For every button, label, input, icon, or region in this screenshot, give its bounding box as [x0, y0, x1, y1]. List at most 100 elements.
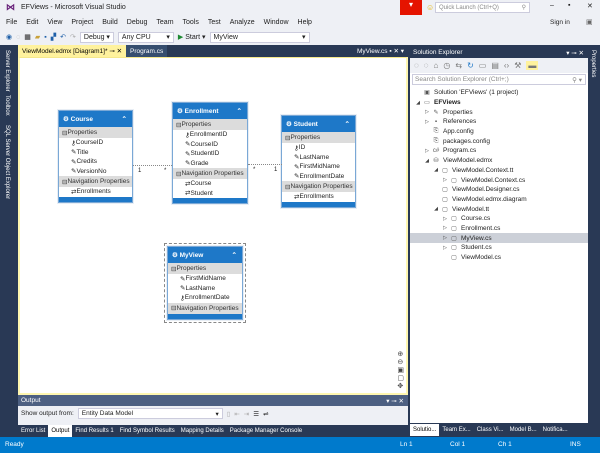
startup-item-dropdown[interactable]: MyView ▾ — [209, 31, 310, 43]
navigation-property[interactable]: ⇄ Enrollments — [282, 192, 355, 202]
tree-item[interactable]: ◢ ▢ ViewModel.Context.tt — [410, 166, 588, 176]
navigation-section-header[interactable]: ⊟ Navigation Properties — [173, 168, 247, 179]
entity-student[interactable]: ⚙ Student ⌃ ⊟ Properties ⚷ ID ✎ LastName ✎ Fi… — [281, 115, 356, 208]
properties-icon[interactable]: ⚒ — [514, 61, 521, 70]
collapsed-arrow-icon[interactable]: ▷ — [441, 216, 449, 222]
tree-item[interactable]: ⎘ packages.config — [410, 136, 588, 146]
expanded-arrow-icon[interactable]: ◢ — [414, 100, 422, 106]
undo-icon[interactable]: ↶ — [60, 33, 66, 41]
navigation-section-header[interactable]: ⊟ Navigation Properties — [59, 176, 132, 187]
entity-property[interactable]: ✎ EnrollmentDate — [282, 172, 355, 182]
tab-find-symbol-results[interactable]: Find Symbol Results — [117, 425, 178, 437]
tab-solutio[interactable]: Solutio... — [410, 424, 440, 436]
entity-property[interactable]: ✎ Title — [59, 148, 132, 158]
output-source-dropdown[interactable]: Entity Data Model ▾ — [77, 408, 223, 419]
navigation-section-header[interactable]: ⊟ Navigation Properties — [168, 302, 242, 314]
expanded-arrow-icon[interactable]: ◢ — [432, 167, 440, 173]
show-all-files-icon[interactable]: ▤ — [491, 61, 499, 70]
back-icon[interactable]: ◉ — [6, 33, 12, 41]
collapsed-arrow-icon[interactable]: ▷ — [441, 245, 449, 251]
entity-myview[interactable]: ⚙ MyView ⌃ ⊟ Properties ✎ FirstMidName ✎ Las… — [164, 243, 246, 323]
refresh-icon[interactable]: ↻ — [467, 61, 474, 70]
association-line[interactable] — [133, 165, 172, 166]
tab-notifica[interactable]: Notifica... — [540, 424, 571, 436]
solution-search-input[interactable]: Search Solution Explorer (Ctrl+;) ⚲ ▾ — [412, 74, 586, 85]
go-to-message-icon[interactable]: ▯ — [227, 410, 231, 418]
back-icon[interactable]: ◌ — [414, 61, 419, 70]
entity-header[interactable]: ⚙ Student ⌃ — [282, 116, 355, 132]
tree-item[interactable]: ▷ ▢ Student.cs — [410, 243, 588, 253]
preview-icon[interactable]: ▬ — [526, 61, 539, 70]
configuration-dropdown[interactable]: Debug ▾ — [79, 31, 114, 43]
platform-dropdown[interactable]: Any CPU ▾ — [117, 31, 174, 43]
navigation-property[interactable]: ⇄ Enrollments — [59, 187, 132, 197]
feedback-smiley-icon[interactable]: ☺ — [426, 3, 434, 12]
association-line[interactable] — [248, 164, 282, 165]
collapse-icon[interactable]: ⌃ — [237, 107, 242, 115]
open-icon[interactable]: ▰ — [35, 33, 40, 41]
preview-tab-myview-cs[interactable]: MyView.cs ▪ ✕ ▾ — [353, 45, 408, 57]
collapsed-arrow-icon[interactable]: ▷ — [441, 225, 449, 231]
tab-program-cs[interactable]: Program.cs — [126, 45, 168, 57]
sync-icon[interactable]: ⇆ — [455, 61, 462, 70]
redo-icon[interactable]: ↷ — [70, 33, 76, 41]
zoom-controls[interactable]: ⊕ ⊖ ▣ ▢ ✥ — [397, 351, 404, 391]
properties-section-header[interactable]: ⊟ Properties — [173, 119, 247, 130]
tree-item[interactable]: ▢ ViewModel.Designer.cs — [410, 185, 588, 195]
menu-item-edit[interactable]: Edit — [26, 19, 38, 26]
quick-launch-input[interactable]: Quick Launch (Ctrl+Q) ⚲ — [435, 2, 530, 13]
toolbox-tab[interactable]: Toolbox — [4, 95, 10, 116]
collapse-icon[interactable]: ⌃ — [122, 115, 127, 123]
menu-item-test[interactable]: Test — [208, 19, 221, 26]
tab-output[interactable]: Output — [48, 425, 73, 437]
navigation-section-header[interactable]: ⊟ Navigation Properties — [282, 181, 355, 192]
entity-header[interactable]: ⚙ Enrollment ⌃ — [173, 103, 247, 119]
menu-item-view[interactable]: View — [47, 19, 62, 26]
new-project-icon[interactable]: ▦ — [24, 33, 31, 41]
tree-item[interactable]: ⎘ App.config — [410, 127, 588, 137]
tab-classvi[interactable]: Class Vi... — [474, 424, 507, 436]
entity-property[interactable]: ✎ StudentID — [173, 149, 247, 159]
collapse-icon[interactable]: ⌃ — [345, 120, 350, 128]
tree-item[interactable]: ▷ ▢ Course.cs — [410, 214, 588, 224]
entity-property[interactable]: ✎ Grade — [173, 159, 247, 169]
menu-item-project[interactable]: Project — [71, 19, 93, 26]
view-code-icon[interactable]: ‹› — [504, 61, 509, 70]
maximize-button[interactable]: ▪ — [568, 2, 570, 9]
next-message-icon[interactable]: ⇥ — [244, 410, 249, 418]
properties-tab[interactable]: Properties — [590, 50, 596, 77]
tree-item[interactable]: ▷ ▢ Enrollment.cs — [410, 224, 588, 234]
collapse-all-icon[interactable]: ▭ — [479, 61, 487, 70]
navigation-property[interactable]: ⇄ Student — [173, 189, 247, 199]
sign-in-link[interactable]: Sign in — [550, 19, 570, 26]
panel-window-controls[interactable]: ▾ ⊸ ✕ — [386, 397, 404, 405]
home-icon[interactable]: ⌂ — [434, 61, 439, 70]
entity-property[interactable]: ⚷ EnrollmentDate — [168, 293, 242, 303]
tree-item[interactable]: ▢ ViewModel.edmx.diagram — [410, 195, 588, 205]
collapsed-arrow-icon[interactable]: ▷ — [441, 177, 449, 183]
tab-mapping-details[interactable]: Mapping Details — [178, 425, 227, 437]
save-all-icon[interactable]: ▞ — [51, 33, 56, 41]
menu-item-team[interactable]: Team — [156, 19, 173, 26]
save-icon[interactable]: ▪ — [44, 34, 46, 41]
tab-viewmodel-edmx[interactable]: ViewModel.edmx [Diagram1]* ⊸ ✕ — [18, 45, 127, 57]
tree-item[interactable]: ▢ ViewModel.cs — [410, 253, 588, 263]
tree-item[interactable]: ◢ ▭ EFViews — [410, 98, 588, 108]
entity-property[interactable]: ✎ LastName — [168, 284, 242, 294]
entity-property[interactable]: ✎ Credits — [59, 157, 132, 167]
account-icon[interactable]: ▣ — [586, 18, 593, 26]
word-wrap-icon[interactable]: ⇌ — [263, 410, 268, 418]
menu-item-help[interactable]: Help — [298, 19, 312, 26]
previous-message-icon[interactable]: ⇤ — [234, 410, 239, 418]
properties-section-header[interactable]: ⊟ Properties — [282, 132, 355, 143]
collapsed-arrow-icon[interactable]: ▷ — [423, 109, 431, 115]
entity-property[interactable]: ✎ CourseID — [173, 140, 247, 150]
collapsed-arrow-icon[interactable]: ▷ — [423, 148, 431, 154]
entity-header[interactable]: ⚙ MyView ⌃ — [168, 247, 242, 263]
collapsed-arrow-icon[interactable]: ▷ — [441, 235, 449, 241]
tree-item[interactable]: ◢ ⛁ ViewModel.edmx — [410, 156, 588, 166]
sql-server-object-explorer-tab[interactable]: SQL Server Object Explorer — [4, 125, 10, 199]
entity-property[interactable]: ⚷ CourseID — [59, 138, 132, 148]
properties-section-header[interactable]: ⊟ Properties — [168, 263, 242, 274]
forward-icon[interactable]: ◌ — [424, 61, 429, 70]
